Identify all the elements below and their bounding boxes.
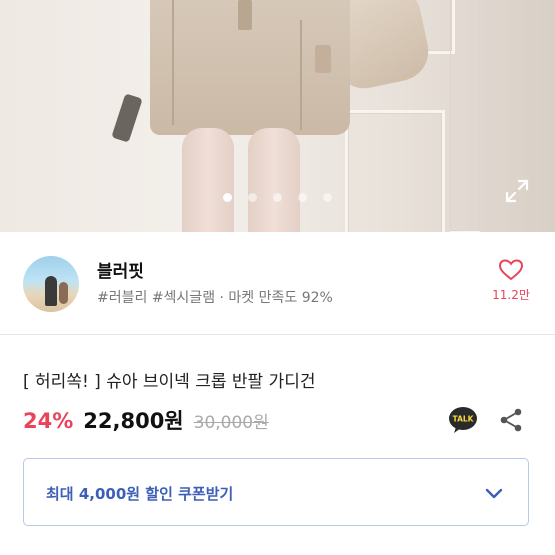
avatar[interactable]: [23, 256, 79, 312]
kakao-talk-button[interactable]: TALK: [448, 406, 478, 434]
carousel-dot[interactable]: [273, 193, 282, 202]
seller-name[interactable]: 블러핏: [97, 257, 144, 282]
like-count: 11.2만: [492, 288, 530, 302]
coupon-label: 최대 4,000원 할인 쿠폰받기: [46, 485, 234, 503]
original-price: 30,000원: [193, 413, 269, 433]
chevron-down-icon[interactable]: [482, 481, 506, 505]
leg: [248, 128, 300, 232]
skirt-pocket: [315, 45, 331, 73]
share-icon[interactable]: [498, 407, 524, 433]
section-divider: [0, 334, 555, 335]
avatar-figure: [59, 282, 68, 304]
phone: [111, 93, 143, 143]
leg: [182, 128, 234, 232]
coupon-download-button[interactable]: 최대 4,000원 할인 쿠폰받기: [23, 458, 529, 526]
expand-icon[interactable]: [504, 178, 530, 204]
skirt-seam: [300, 20, 302, 130]
seller-info[interactable]: 블러핏 #러블리 #섹시글램 · 마켓 만족도 92% 11.2만: [0, 240, 555, 330]
avatar-figure: [45, 276, 57, 306]
skirt-seam: [172, 0, 174, 125]
like-button[interactable]: 11.2만: [484, 258, 538, 303]
price-row: 24% 22,800원 30,000원: [23, 405, 269, 435]
seller-tags: #러블리 #섹시글램 · 마켓 만족도 92%: [97, 290, 333, 306]
product-title: [ 허리쏙! ] 슈아 브이넥 크롭 반팔 가디건: [23, 372, 316, 392]
carousel-dot[interactable]: [323, 193, 332, 202]
discount-rate: 24%: [23, 409, 74, 433]
wall-panel: [345, 110, 445, 232]
heart-icon: [498, 259, 524, 281]
carousel-indicator: [0, 193, 555, 202]
carousel-dot[interactable]: [248, 193, 257, 202]
product-image-carousel[interactable]: [0, 0, 555, 232]
carousel-dot[interactable]: [223, 193, 232, 202]
skirt-zip: [238, 0, 252, 30]
carousel-dot[interactable]: [298, 193, 307, 202]
talk-label: TALK: [453, 415, 475, 424]
sale-price: 22,800원: [83, 409, 184, 433]
